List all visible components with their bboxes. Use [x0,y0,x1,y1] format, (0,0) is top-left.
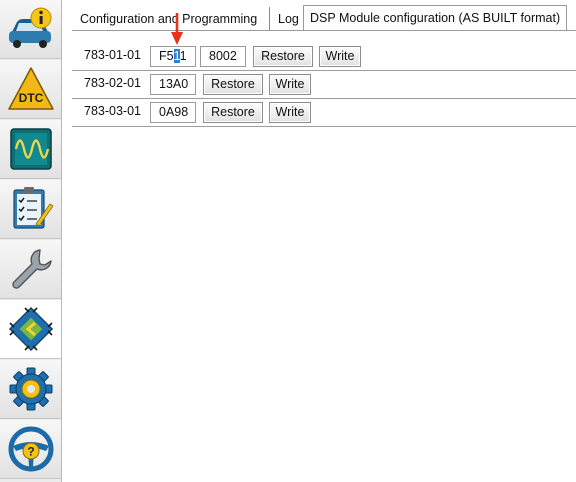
dtc-icon: DTC [7,67,54,110]
field-text-post: 1 [179,49,187,63]
tab-bar: Configuration and Programming Log DSP Mo… [72,5,576,31]
tab-label: Configuration and Programming [80,12,258,26]
sidebar-item-oscilloscope[interactable] [0,120,61,179]
table-row: 783-02-01 13A0 Restore Write [72,71,576,99]
field-text-pre: F5 [159,49,174,63]
oscilloscope-icon [9,128,52,170]
tab-label: DSP Module configuration (AS BUILT forma… [310,11,561,25]
sidebar-item-wrench[interactable] [0,240,61,299]
checklist-icon [12,187,54,229]
module-programming-icon [8,306,53,352]
sidebar: DTC ? [0,0,62,482]
restore-button[interactable]: Restore [203,74,263,95]
sidebar-item-checklist[interactable] [0,180,61,239]
settings-gear-icon [9,367,52,411]
table-row: 783-01-01 F511 8002 Restore Write [72,43,576,71]
tab-label: Log [278,12,299,26]
sidebar-item-vehicle-info[interactable] [0,0,61,59]
sidebar-item-help[interactable]: ? [0,420,61,479]
help-glyph: ? [27,445,34,459]
table-row: 783-03-01 0A98 Restore Write [72,99,576,127]
hex-value-field[interactable]: F511 [150,46,196,67]
sidebar-item-dtc[interactable]: DTC [0,60,61,119]
hex-value-field[interactable]: 0A98 [150,102,196,123]
vehicle-info-icon [8,7,51,48]
restore-button[interactable]: Restore [253,46,313,67]
wrench-icon [11,249,52,289]
restore-button[interactable]: Restore [203,102,263,123]
row-id: 783-02-01 [84,76,141,90]
write-button[interactable]: Write [319,46,361,67]
write-button[interactable]: Write [269,74,311,95]
dtc-badge-text: DTC [18,91,43,105]
field-text: 13A0 [159,77,189,91]
row-id: 783-01-01 [84,48,141,62]
annotation-arrow-icon [171,13,183,45]
tab-log[interactable]: Log [270,7,304,31]
field-text: 0A98 [159,105,189,119]
hex-value-field[interactable]: 13A0 [150,74,196,95]
field-text: 8002 [209,49,237,63]
write-button[interactable]: Write [269,102,311,123]
sidebar-item-module-programming[interactable] [0,300,61,359]
steering-help-icon: ? [8,426,53,472]
row-id: 783-03-01 [84,104,141,118]
hex-value-field[interactable]: 8002 [200,46,246,67]
sidebar-item-settings[interactable] [0,360,61,419]
tab-underline [72,30,576,31]
tab-dsp-module-configuration[interactable]: DSP Module configuration (AS BUILT forma… [303,5,568,31]
